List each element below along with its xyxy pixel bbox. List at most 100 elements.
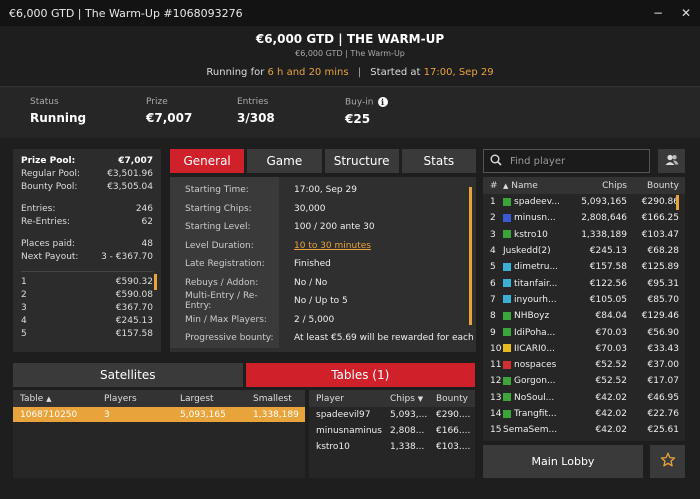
col-bounty[interactable]: Bounty	[627, 181, 679, 191]
player-name: nospaces	[514, 360, 557, 371]
player-chips: €84.04	[595, 311, 628, 322]
buyin-summary: Buy-in i €25	[345, 97, 388, 126]
next-payout-label: Next Payout:	[21, 252, 79, 262]
col-bounty[interactable]: Bounty	[429, 394, 475, 404]
player-name: NoSoul...	[514, 392, 555, 403]
payout-row: 5 €157.58	[21, 328, 153, 341]
tab-stats[interactable]: Stats	[401, 149, 476, 173]
player-rank: 4	[490, 246, 496, 257]
running-value: 6 h and 20 mins	[267, 67, 349, 78]
prize-pool-label: Prize Pool:	[21, 156, 76, 166]
prize-value: €7,007	[146, 111, 193, 125]
player-name: kstro10	[316, 442, 350, 452]
col-table[interactable]: Table ▲	[13, 394, 97, 404]
payout-place: 4	[21, 316, 27, 326]
player-chips: 2,808,646	[581, 213, 627, 224]
tab-general[interactable]: General	[170, 149, 245, 173]
tab-satellites[interactable]: Satellites	[13, 363, 243, 387]
player-name-cell: titanfair...	[501, 279, 563, 289]
player-name-cell: nospaces	[501, 360, 563, 370]
detail-key: Level Duration:	[170, 236, 279, 255]
payout-amount: €157.58	[115, 329, 153, 339]
player-row[interactable]: 1 spadeev... 5,093,165 €290.86	[483, 194, 685, 210]
table-player-row[interactable]: spadeevil97 5,093,... €290....	[309, 407, 475, 423]
close-button[interactable]: ✕	[672, 6, 700, 20]
payout-scrollbar[interactable]	[154, 274, 157, 290]
running-label: Running for	[206, 67, 265, 78]
player-color-icon	[503, 409, 511, 418]
col-largest[interactable]: Largest	[173, 394, 246, 404]
payout-amount: €367.70	[115, 303, 153, 313]
places-paid-row: Places paid: 48	[21, 238, 153, 251]
tables-header: Table ▲ Players Largest Smallest	[13, 390, 305, 407]
payout-place: 3	[21, 303, 27, 313]
players-scrollbar[interactable]	[676, 195, 679, 210]
player-row[interactable]: 6 titanfair... €122.56 €95.31	[483, 275, 685, 291]
player-row[interactable]: 13 NoSoul... €42.02 €46.95	[483, 390, 685, 406]
player-group-button[interactable]	[658, 149, 685, 173]
payout-amount: €590.08	[115, 290, 153, 300]
player-row[interactable]: 3 kstro10 1,338,189 €103.47	[483, 227, 685, 243]
info-icon[interactable]: i	[377, 97, 388, 107]
col-chips[interactable]: Chips ▼	[383, 394, 429, 404]
col-player[interactable]: Player	[309, 394, 383, 404]
player-row[interactable]: 9 IdiPoha... €70.03 €56.90	[483, 324, 685, 340]
details-scrollbar[interactable]	[469, 187, 472, 325]
player-chips: 1,338...	[390, 442, 425, 452]
reentries-label: Re-Entries:	[21, 217, 71, 227]
minimize-button[interactable]: −	[644, 6, 672, 20]
player-row[interactable]: 4 Juskedd(2) €245.13 €68.28	[483, 243, 685, 259]
col-smallest[interactable]: Smallest	[246, 394, 305, 404]
player-row[interactable]: 10 IICARI0... €70.03 €33.43	[483, 341, 685, 357]
player-row[interactable]: 11 nospaces €52.52 €37.00	[483, 357, 685, 373]
player-row[interactable]: 7 inyourh... €105.05 €85.70	[483, 292, 685, 308]
player-row[interactable]: 2 minusn... 2,808,646 €166.25	[483, 210, 685, 226]
col-players[interactable]: Players	[97, 394, 173, 404]
entries-label: Entries:	[21, 204, 56, 214]
detail-key: Starting Chips:	[170, 199, 279, 218]
window-title: €6,000 GTD | The Warm-Up #1068093276	[9, 6, 243, 20]
main-lobby-button[interactable]: Main Lobby	[483, 445, 643, 478]
player-row[interactable]: 12 Gorgon... €52.52 €17.07	[483, 373, 685, 389]
col-rank[interactable]: #	[483, 181, 501, 191]
player-row[interactable]: 14 Trangfit... €42.02 €22.76	[483, 406, 685, 422]
detail-value: No / No	[294, 277, 328, 288]
player-bounty: €46.95	[647, 392, 680, 403]
table-player-row[interactable]: minusnaminus 2,808... €166....	[309, 423, 475, 439]
player-color-icon	[503, 393, 511, 402]
regular-pool-value: €3,501.96	[107, 169, 153, 179]
payout-list: 1 €590.32 2 €590.08 3 €367.70 4 €245.13 5 €15…	[21, 271, 157, 341]
player-row[interactable]: 8 NHBoyz €84.04 €129.46	[483, 308, 685, 324]
table-players: 3	[104, 409, 110, 420]
tournament-subtitle: €6,000 GTD | The Warm-Up	[295, 49, 405, 58]
detail-key: Starting Time:	[170, 181, 279, 200]
player-name-cell: SemaSem...	[501, 425, 563, 435]
player-name: Trangfit...	[514, 409, 557, 419]
tournament-header: €6,000 GTD | THE WARM-UP €6,000 GTD | Th…	[0, 26, 700, 86]
player-name-cell: IICARI0...	[501, 344, 563, 354]
tab-game[interactable]: Game	[247, 149, 322, 173]
find-player-input[interactable]	[510, 155, 640, 167]
table-player-row[interactable]: kstro10 1,338... €103....	[309, 439, 475, 455]
table-row[interactable]: 1068710250 3 5,093,165 1,338,189	[13, 407, 305, 422]
player-name-cell: Juskedd(2)	[501, 246, 563, 256]
player-name-cell: NoSoul...	[501, 393, 563, 403]
buyin-label: Buy-in i	[345, 97, 388, 108]
player-rank: 8	[490, 311, 496, 322]
prize-label: Prize	[146, 97, 168, 107]
col-name[interactable]: ▲ Name	[501, 181, 563, 191]
detail-value: No / Up to 5	[294, 296, 348, 307]
player-name-cell: NHBoyz	[501, 311, 563, 321]
favorite-button[interactable]	[650, 445, 685, 478]
tab-structure[interactable]: Structure	[324, 149, 399, 173]
search-icon	[490, 154, 502, 169]
player-row[interactable]: 5 dimetru... €157.58 €125.89	[483, 259, 685, 275]
tab-tables[interactable]: Tables (1)	[245, 363, 475, 387]
table-players-header: Player Chips ▼ Bounty	[309, 390, 475, 407]
level-duration-link[interactable]: 10 to 30 minutes	[279, 241, 371, 251]
player-row[interactable]: 15 SemaSem... €42.02 €25.61	[483, 422, 685, 438]
col-chips[interactable]: Chips	[563, 181, 627, 191]
player-bounty: €85.70	[647, 294, 680, 305]
detail-row: Level Duration: 10 to 30 minutes	[170, 236, 476, 255]
table-smallest: 1,338,189	[253, 409, 299, 420]
